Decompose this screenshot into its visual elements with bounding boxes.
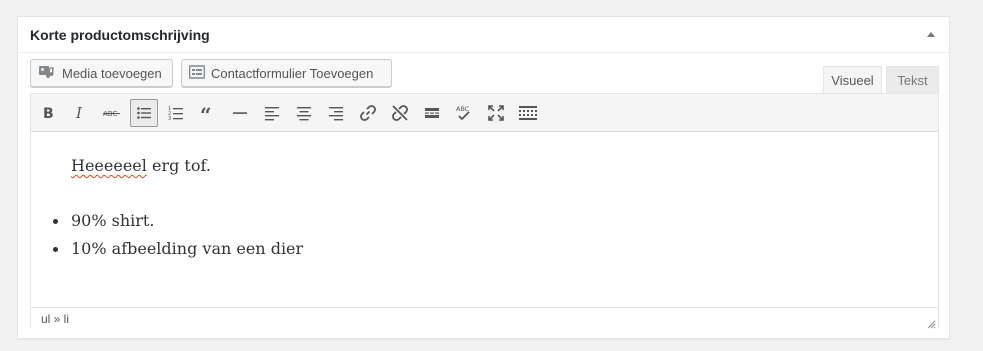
editor-toolbar: B I ABC 1 2 3 bbox=[31, 94, 938, 132]
add-contact-form-label: Contactformulier Toevoegen bbox=[211, 65, 374, 81]
add-media-button[interactable]: Media toevoegen bbox=[30, 59, 173, 87]
strikethrough-icon[interactable]: ABC bbox=[98, 99, 126, 127]
element-path[interactable]: ul » li bbox=[41, 312, 69, 326]
align-right-icon[interactable] bbox=[322, 99, 350, 127]
short-description-postbox: Korte productomschrijving Media toevoege… bbox=[17, 16, 950, 339]
add-media-label: Media toevoegen bbox=[62, 65, 162, 81]
list-item: 10% afbeelding van een dier bbox=[52, 239, 303, 267]
contact-form-icon bbox=[188, 64, 206, 82]
content-paragraph: Heeeeeel erg tof. bbox=[71, 156, 211, 175]
editor-statusbar: ul » li bbox=[31, 307, 938, 329]
align-center-icon[interactable] bbox=[290, 99, 318, 127]
toolbar-toggle-icon[interactable] bbox=[514, 99, 542, 127]
spellcheck-icon[interactable]: ABC bbox=[450, 99, 478, 127]
media-icon bbox=[38, 64, 56, 83]
fullscreen-icon[interactable] bbox=[482, 99, 510, 127]
misspelled-word[interactable]: Heeeeeel bbox=[71, 156, 147, 175]
svg-text:I: I bbox=[75, 105, 83, 121]
media-buttons-row: Media toevoegen Contactformulier Toevoeg… bbox=[30, 59, 939, 94]
read-more-icon[interactable] bbox=[418, 99, 446, 127]
postbox-title: Korte productomschrijving bbox=[30, 26, 210, 43]
bold-icon[interactable]: B bbox=[34, 99, 62, 127]
link-icon[interactable] bbox=[354, 99, 382, 127]
tab-text-label: Tekst bbox=[897, 73, 928, 88]
svg-text:“: “ bbox=[200, 105, 212, 121]
resize-handle-icon[interactable] bbox=[927, 318, 936, 329]
bulleted-list: 90% shirt. 10% afbeelding van een dier bbox=[52, 211, 303, 267]
postbox-header[interactable]: Korte productomschrijving bbox=[18, 17, 949, 53]
align-left-icon[interactable] bbox=[258, 99, 286, 127]
tab-visual-label: Visueel bbox=[831, 73, 874, 88]
editor-content-area[interactable]: Heeeeeel erg tof. 90% shirt. 10% afbeeld… bbox=[31, 132, 938, 307]
collapse-arrow-icon[interactable] bbox=[927, 32, 935, 37]
blockquote-icon[interactable]: “ bbox=[194, 99, 222, 127]
list-item: 90% shirt. bbox=[52, 211, 303, 239]
svg-text:B: B bbox=[43, 106, 54, 121]
add-contact-form-button[interactable]: Contactformulier Toevoegen bbox=[181, 59, 392, 87]
svg-text:ABC: ABC bbox=[456, 105, 470, 113]
tab-visual[interactable]: Visueel bbox=[823, 66, 882, 94]
tab-text[interactable]: Tekst bbox=[886, 66, 939, 94]
unlink-icon[interactable] bbox=[386, 99, 414, 127]
horizontal-line-icon[interactable] bbox=[226, 99, 254, 127]
svg-text:3: 3 bbox=[168, 116, 171, 121]
numbered-list-icon[interactable]: 1 2 3 bbox=[162, 99, 190, 127]
editor-frame: B I ABC 1 2 3 bbox=[30, 93, 939, 329]
italic-icon[interactable]: I bbox=[66, 99, 94, 127]
bulleted-list-icon[interactable] bbox=[130, 98, 158, 127]
paragraph-text: erg tof. bbox=[146, 156, 211, 175]
